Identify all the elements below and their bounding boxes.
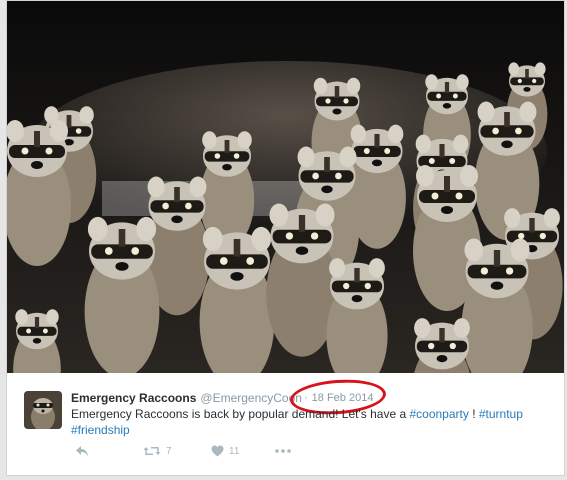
reply-icon bbox=[76, 446, 88, 456]
user-handle[interactable]: @EmergencyCoon bbox=[200, 391, 302, 405]
retweet-button[interactable]: 7 bbox=[143, 443, 172, 459]
retweet-icon bbox=[143, 447, 161, 455]
display-name[interactable]: Emergency Raccoons bbox=[71, 391, 196, 405]
timestamp-date[interactable]: 18 Feb 2014 bbox=[312, 392, 374, 404]
more-button[interactable] bbox=[275, 443, 291, 459]
tweet-text: Emergency Raccoons is back by popular de… bbox=[71, 406, 541, 438]
tweet-actions: 7 11 bbox=[71, 443, 331, 459]
hashtag-coonparty[interactable]: #coonparty bbox=[409, 407, 468, 421]
raccoon-figure bbox=[326, 258, 388, 373]
raccoon-figure bbox=[84, 216, 160, 373]
raccoon-figure bbox=[461, 238, 533, 373]
tweet-text-main: Emergency Raccoons is back by popular de… bbox=[71, 407, 410, 421]
raccoon-figure bbox=[414, 318, 470, 373]
raccoon-group-image bbox=[7, 1, 564, 373]
heart-icon bbox=[211, 445, 224, 457]
raccoon-figure bbox=[13, 309, 61, 373]
tweet-text-between: ! bbox=[468, 407, 479, 421]
like-button[interactable]: 11 bbox=[211, 443, 239, 459]
retweet-count: 7 bbox=[166, 445, 172, 457]
tweet-card: Emergency Raccoons @EmergencyCoon · 18 Feb… bbox=[6, 0, 565, 476]
raccoon-figure bbox=[7, 120, 71, 266]
avatar[interactable] bbox=[24, 391, 62, 429]
hashtag-turntup[interactable]: #turntup bbox=[479, 407, 523, 421]
more-dots-icon bbox=[275, 449, 291, 453]
raccoon-figure bbox=[199, 226, 275, 373]
timestamp-separator: · bbox=[304, 392, 308, 404]
reply-button[interactable] bbox=[75, 443, 89, 459]
like-count: 11 bbox=[229, 445, 240, 457]
tweet-photo[interactable] bbox=[7, 1, 564, 373]
hashtag-friendship[interactable]: #friendship bbox=[71, 423, 130, 437]
tweet-timestamp[interactable]: · 18 Feb 2014 bbox=[302, 390, 374, 406]
screenshot-frame: Emergency Raccoons @EmergencyCoon · 18 Feb… bbox=[0, 0, 567, 480]
